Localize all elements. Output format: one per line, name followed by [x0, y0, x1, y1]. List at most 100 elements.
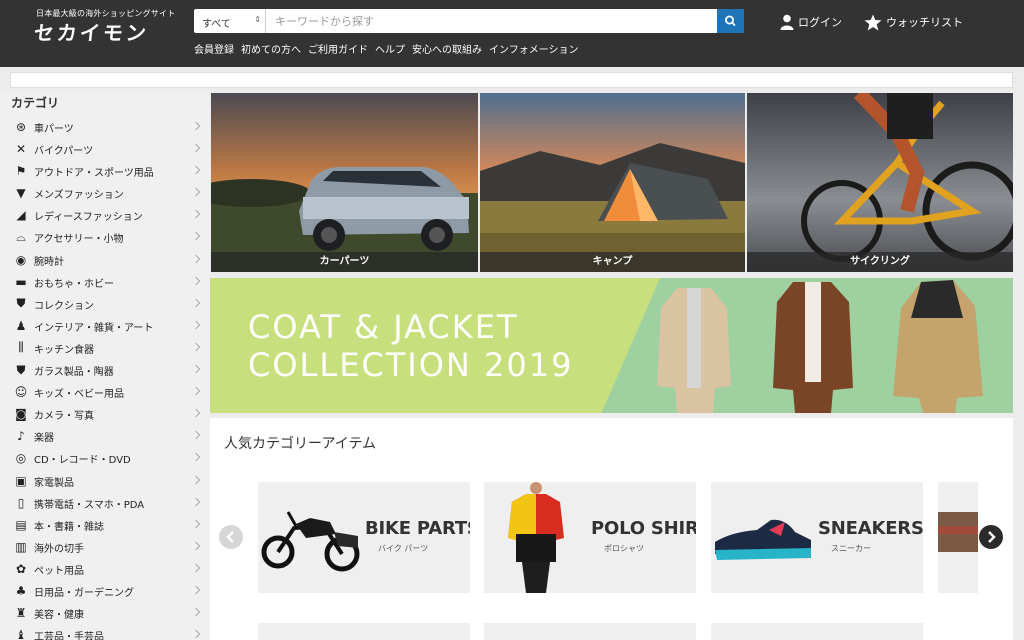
sidebar-item[interactable]: ⛊ ガラス製品・陶器 [0, 359, 210, 381]
sidebar-item[interactable]: ◉ 腕時計 [0, 249, 210, 271]
search-button[interactable] [717, 9, 744, 33]
sidebar-item[interactable]: ▼ メンズファッション [0, 182, 210, 204]
chevron-right-icon [191, 497, 201, 506]
sidebar-item[interactable]: ▬ おもちゃ・ホビー [0, 271, 210, 293]
site-header: 日本最大級の海外ショッピングサイト セカイモン すべて ⇕ ログイン ウォッチリ… [0, 0, 1024, 67]
chevron-right-icon [191, 453, 201, 462]
card-subtitle: スニーカー [831, 544, 871, 553]
sidebar-item[interactable]: ♪ 楽器 [0, 425, 210, 447]
popular-categories-section: 人気カテゴリーアイテム BIKE PARTS バイク パーツ POLO SHIR… [210, 418, 1013, 640]
guitar-icon: ♪ [17, 429, 25, 444]
sidebar-item-label: ガラス製品・陶器 [34, 367, 114, 379]
section-title: 人気カテゴリーアイテム [224, 436, 377, 452]
chevron-right-icon [191, 607, 201, 617]
paw-icon: ✿ [15, 561, 27, 576]
plant-icon: ♣ [15, 583, 27, 598]
jackets-photo [657, 280, 983, 413]
login-link[interactable]: ログイン [780, 13, 842, 31]
carousel-next-button[interactable] [979, 525, 1003, 549]
chevron-right-icon [191, 298, 201, 307]
sidebar-item[interactable]: ▥ 海外の切手 [0, 536, 210, 558]
watchlist-link[interactable]: ウォッチリスト [864, 13, 963, 31]
chevron-right-icon [191, 408, 201, 418]
login-label: ログイン [798, 16, 842, 29]
phone-icon: ▯ [17, 495, 25, 510]
disc-icon: ◎ [15, 451, 27, 466]
sidebar-item-label: コレクション [34, 300, 94, 312]
nav-guide[interactable]: ご利用ガイド [308, 41, 368, 56]
sneaker-photo [715, 519, 811, 560]
sidebar-item[interactable]: ♣ 日用品・ガーデニング [0, 580, 210, 602]
nav-safety[interactable]: 安心への取組み [412, 41, 482, 56]
sidebar-item[interactable]: ⚑ アウトドア・スポーツ用品 [0, 160, 210, 182]
stamp-icon: ▥ [15, 539, 27, 554]
partial-product-photo [938, 512, 978, 552]
sidebar-item[interactable]: ☺ キッズ・ベビー用品 [0, 381, 210, 403]
carousel-prev-button[interactable] [219, 525, 243, 549]
popular-card-row2[interactable] [711, 623, 923, 640]
sidebar-item[interactable]: ⛊ コレクション [0, 293, 210, 315]
chevron-right-icon [191, 232, 201, 241]
sidebar-item-label: おもちゃ・ホビー [34, 278, 114, 290]
popular-card-bike-parts[interactable]: BIKE PARTS バイク パーツ [258, 482, 470, 593]
sidebar-item[interactable]: ▯ 携帯電話・スマホ・PDA [0, 492, 210, 514]
popular-card-row2[interactable] [258, 623, 470, 640]
banner-heading: COAT & JACKET [248, 308, 519, 346]
polo-shirt-photo [508, 482, 564, 593]
nav-information[interactable]: インフォメーション [489, 41, 579, 56]
sidebar-item[interactable]: ▣ 家電製品 [0, 470, 210, 492]
sidebar-item[interactable]: ♝ 工芸品・手芸品 [0, 624, 210, 640]
sidebar-item[interactable]: ✕ バイクパーツ [0, 138, 210, 160]
motorcycle-photo [261, 511, 360, 572]
nav-help[interactable]: ヘルプ [375, 41, 405, 56]
category-list: ⊛ 車パーツ ✕ バイクパーツ ⚑ アウトドア・スポーツ用品 ▼ メンズファッション ◢ レディー… [0, 116, 210, 640]
hero-tile-camping[interactable]: キャンプ [480, 93, 745, 272]
sidebar-item[interactable]: ⊛ 車パーツ [0, 116, 210, 138]
sidebar-item-label: インテリア・雑貨・アート [34, 322, 154, 334]
nav-first-time[interactable]: 初めての方へ [241, 41, 301, 56]
sidebar-item[interactable]: ♟ インテリア・雑貨・アート [0, 315, 210, 337]
popular-card-next-partial[interactable] [938, 482, 978, 593]
search-category-select[interactable]: すべて ⇕ [194, 9, 266, 33]
sidebar-item[interactable]: ⌓ アクセサリー・小物 [0, 226, 210, 248]
sidebar-item-label: 工芸品・手芸品 [34, 632, 104, 640]
lamp-icon: ♟ [15, 318, 27, 333]
sidebar-item[interactable]: ◎ CD・レコード・DVD [0, 447, 210, 469]
search-input[interactable] [267, 9, 717, 33]
sidebar-item-label: アクセサリー・小物 [34, 234, 124, 246]
sidebar-item[interactable]: ◙ カメラ・写真 [0, 403, 210, 425]
sidebar-item[interactable]: ▤ 本・書籍・雑誌 [0, 514, 210, 536]
sidebar-item[interactable]: ◢ レディースファッション [0, 204, 210, 226]
popular-card-row2[interactable] [484, 623, 696, 640]
toy-car-icon: ▬ [15, 274, 27, 289]
sidebar-item[interactable]: ♜ 美容・健康 [0, 602, 210, 624]
cycling-photo [747, 93, 1013, 272]
chevron-right-icon [191, 629, 201, 639]
craft-icon: ♝ [15, 628, 27, 640]
hero-tile-car-parts[interactable]: カーパーツ [211, 93, 478, 272]
popular-card-polo-shirts[interactable]: POLO SHIRTS ポロシャツ [484, 482, 696, 593]
nav-register[interactable]: 会員登録 [194, 41, 234, 56]
chevron-right-icon [191, 320, 201, 330]
search-category-value: すべて [202, 19, 231, 30]
chevron-right-icon [191, 165, 201, 175]
hat-icon: ⌓ [16, 229, 26, 244]
top-nav: 会員登録 初めての方へ ご利用ガイド ヘルプ 安心への取組み インフォメーション [194, 41, 579, 56]
appliance-icon: ▣ [15, 473, 27, 488]
sidebar-item[interactable]: ✿ ペット用品 [0, 558, 210, 580]
site-logo[interactable]: セカイモン [32, 17, 151, 46]
chevron-right-icon [191, 188, 201, 197]
runner-icon: ⚑ [15, 164, 27, 179]
chevron-right-icon [191, 121, 201, 131]
coat-jacket-banner[interactable]: COAT & JACKET COLLECTION 2019 [210, 278, 1013, 413]
hero-tile-cycling[interactable]: サイクリング [747, 93, 1013, 272]
card-title: SNEAKERS [818, 518, 923, 539]
tools-icon: ✕ [15, 142, 27, 157]
watchlist-label: ウォッチリスト [886, 16, 963, 29]
popular-card-sneakers[interactable]: SNEAKERS スニーカー [711, 482, 923, 593]
sidebar-item-label: カメラ・写真 [34, 411, 94, 423]
sidebar-item-label: CD・レコード・DVD [34, 455, 131, 467]
sidebar-item-label: ペット用品 [34, 565, 84, 577]
sidebar-item[interactable]: ⫼ キッチン食器 [0, 337, 210, 359]
card-title: BIKE PARTS [365, 518, 470, 539]
